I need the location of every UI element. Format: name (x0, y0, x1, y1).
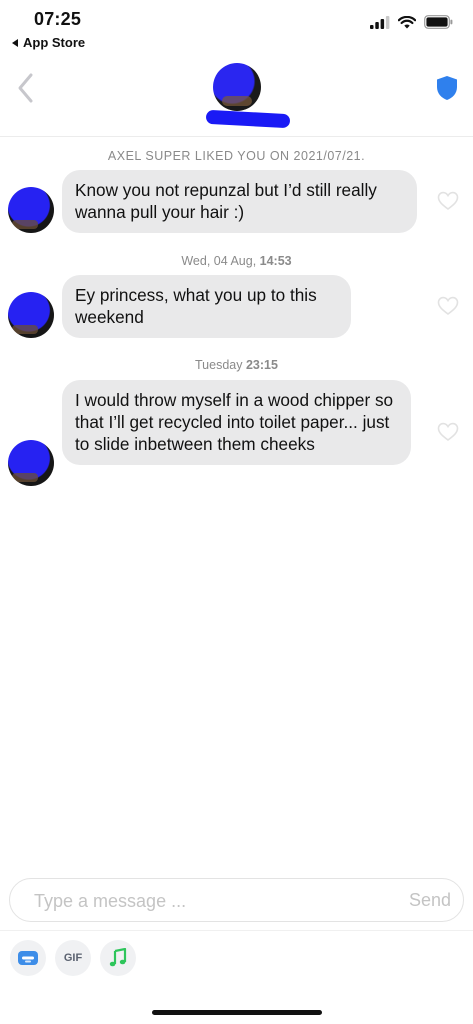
chat-screen: 07:25 App Store AXEL SUPER LIKED YOU ON … (0, 0, 473, 1024)
sticker-icon (18, 951, 38, 965)
gif-button[interactable]: GIF (55, 940, 91, 976)
back-app-label: App Store (23, 35, 86, 50)
timestamp: Wed, 04 Aug, 14:53 (0, 254, 473, 268)
sender-avatar[interactable] (8, 292, 54, 338)
heart-icon[interactable] (437, 191, 459, 211)
status-time: 07:25 (34, 9, 82, 29)
timestamp: Tuesday 23:15 (0, 358, 473, 372)
sender-avatar[interactable] (8, 187, 54, 233)
home-indicator[interactable] (152, 1010, 322, 1015)
wifi-icon (398, 15, 416, 28)
chevron-left-icon[interactable] (14, 71, 38, 105)
message-bubble[interactable]: Know you not repunzal but I’d still real… (62, 170, 417, 233)
timestamp-day: Tuesday (195, 358, 243, 372)
gif-icon: GIF (63, 952, 83, 964)
status-icons (370, 15, 453, 29)
message-input[interactable] (32, 879, 376, 923)
send-button[interactable]: Send (409, 890, 451, 911)
sticker-button[interactable] (10, 940, 46, 976)
match-name-redaction (205, 109, 291, 129)
timestamp-time: 23:15 (245, 358, 278, 372)
back-to-app-store[interactable]: App Store (12, 35, 85, 50)
battery-icon (424, 15, 453, 29)
message-composer: Send (9, 878, 464, 923)
back-triangle-icon (12, 38, 18, 47)
heart-icon[interactable] (437, 296, 459, 316)
music-button[interactable] (100, 940, 136, 976)
match-avatar[interactable] (213, 63, 261, 111)
toolbar-divider (0, 930, 473, 931)
shield-icon[interactable] (435, 75, 459, 101)
message-bubble[interactable]: Ey princess, what you up to this weekend (62, 275, 351, 338)
chat-header (0, 58, 473, 137)
super-like-banner: AXEL SUPER LIKED YOU ON 2021/07/21. (107, 149, 366, 163)
timestamp-day: Wed, 04 Aug, (181, 254, 257, 268)
signal-icon (370, 15, 390, 29)
timestamp-time: 14:53 (259, 254, 292, 268)
message-bubble[interactable]: I would throw myself in a wood chipper s… (62, 380, 411, 465)
music-note-icon (109, 948, 127, 967)
sender-avatar[interactable] (8, 440, 54, 486)
heart-icon[interactable] (437, 422, 459, 442)
